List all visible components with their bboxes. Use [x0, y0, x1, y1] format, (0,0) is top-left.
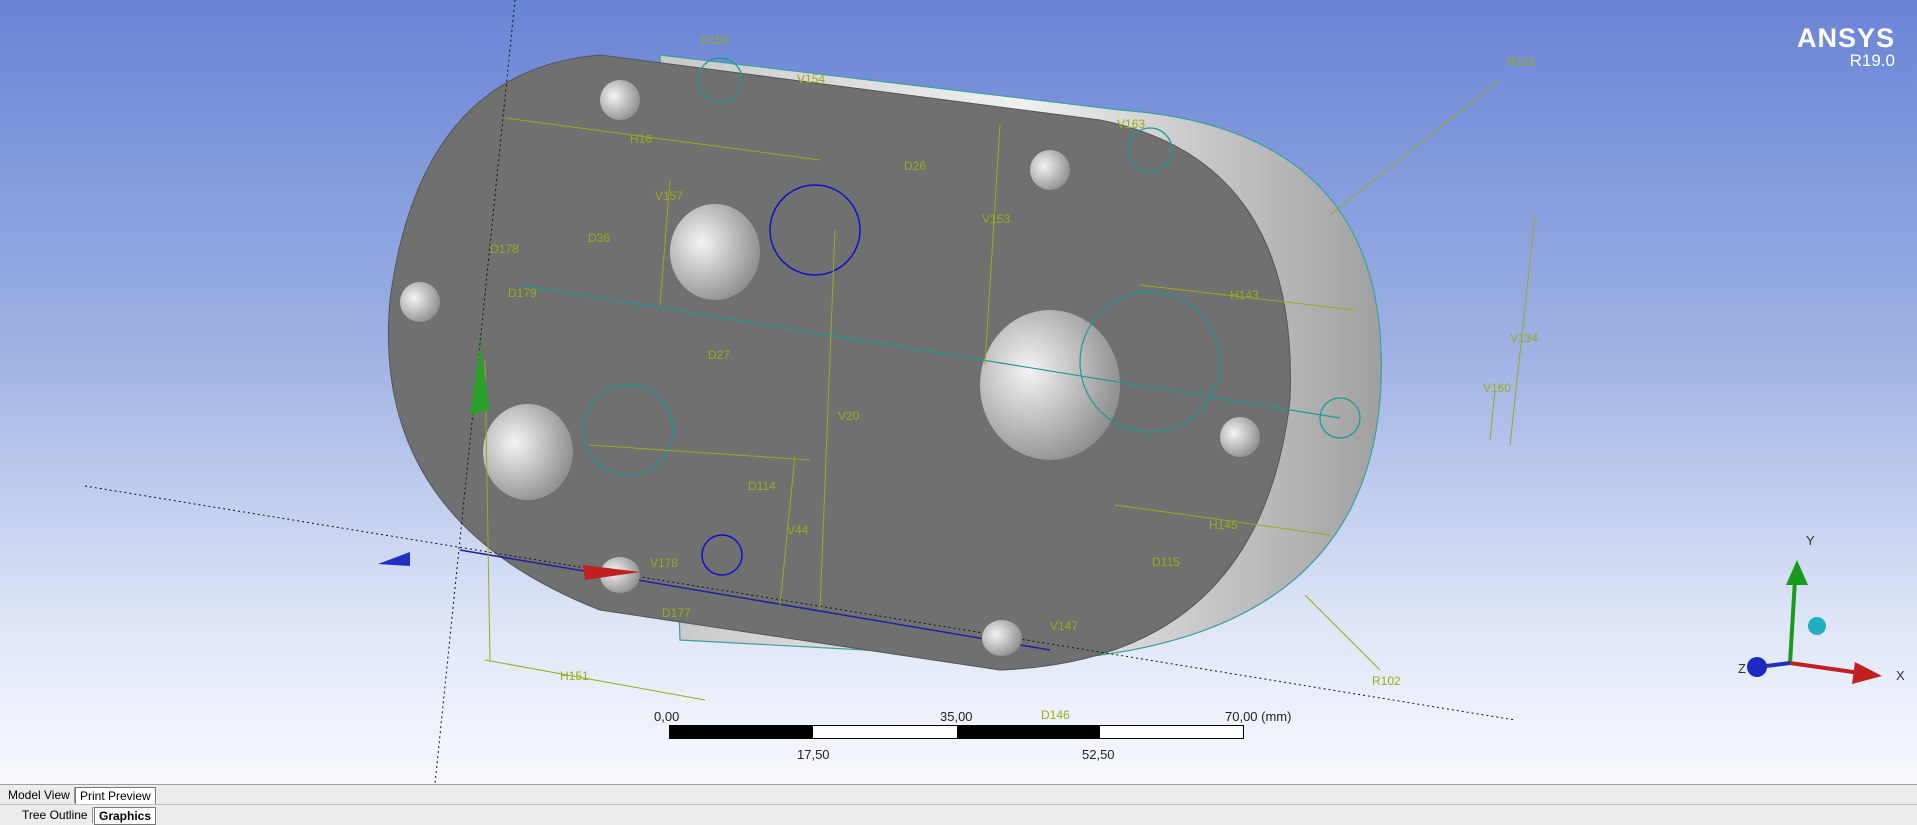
dimension-label: V147 [1050, 619, 1078, 633]
brand-version: R19.0 [1849, 51, 1895, 70]
dimension-label: H143 [1230, 288, 1259, 302]
tab-tree-outline[interactable]: Tree Outline [18, 807, 93, 823]
dimension-label: V154 [797, 72, 825, 86]
dimension-label: D27 [708, 348, 730, 362]
hole [982, 620, 1022, 656]
dimension-label: D115 [1152, 555, 1180, 569]
hole [670, 204, 760, 300]
dimension-label: R102 [1372, 674, 1401, 688]
scale-bar [669, 725, 1244, 739]
part-front-face [387, 54, 1291, 671]
scale-label-start: 0,00 [654, 709, 680, 724]
dimension-label: R101 [1507, 55, 1536, 69]
view-tab-bar: Model View Print Preview [0, 784, 1917, 805]
tab-print-preview[interactable]: Print Preview [75, 787, 156, 805]
ansys-logo: ANSYS R19.0 [1797, 24, 1895, 70]
dimension-label: V178 [650, 556, 678, 570]
triad-x-label: X [1896, 668, 1905, 683]
tab-graphics[interactable]: Graphics [94, 807, 157, 825]
dimension-label: V160 [1483, 381, 1511, 395]
hole [483, 404, 573, 500]
triad-z-label: Z [1738, 661, 1746, 676]
tab-model-view[interactable]: Model View [4, 787, 75, 803]
hole [600, 80, 640, 120]
dimension-label: V20 [838, 409, 860, 423]
dimension-label: V163 [1117, 117, 1145, 131]
triad-y-label: Y [1806, 533, 1815, 548]
dimension-label: H16 [630, 132, 652, 146]
z-direction-arrow [378, 552, 410, 566]
graphics-viewport[interactable]: D152 V154 V163 R101 H16 D26 V157 V153 D1… [0, 0, 1917, 784]
brand-name: ANSYS [1796, 23, 1895, 53]
scale-label-quarter: 17,50 [797, 747, 830, 762]
dimension-label: H145 [1209, 518, 1238, 532]
model-scene[interactable]: D152 V154 V163 R101 H16 D26 V157 V153 D1… [0, 0, 1917, 784]
hole [980, 310, 1120, 460]
dimension-label: D146 [1041, 708, 1070, 722]
coordinate-triad: Y X Z [1738, 533, 1905, 684]
dimension-label: D114 [748, 479, 776, 493]
dimension-label: D26 [904, 159, 926, 173]
dimension-label: V157 [655, 189, 683, 203]
dimension-label: D36 [588, 231, 610, 245]
hole [1030, 150, 1070, 190]
dimension-label: D178 [490, 242, 519, 256]
dimension-label: V134 [1510, 331, 1538, 345]
hole [400, 282, 440, 322]
scale-label-three-quarter: 52,50 [1082, 747, 1115, 762]
dimension-label: D152 [700, 33, 729, 47]
hole [1220, 417, 1260, 457]
scale-label-mid: 35,00 [940, 709, 973, 724]
dimension-label: V44 [787, 523, 809, 537]
dimension-label: D177 [662, 606, 691, 620]
dimension-label: V153 [982, 212, 1010, 226]
dimension-label: D179 [508, 286, 537, 300]
panel-tab-bar: Tree Outline Graphics [0, 804, 1917, 825]
dimension-label: H151 [560, 669, 589, 683]
scale-label-end: 70,00 (mm) [1225, 709, 1292, 724]
